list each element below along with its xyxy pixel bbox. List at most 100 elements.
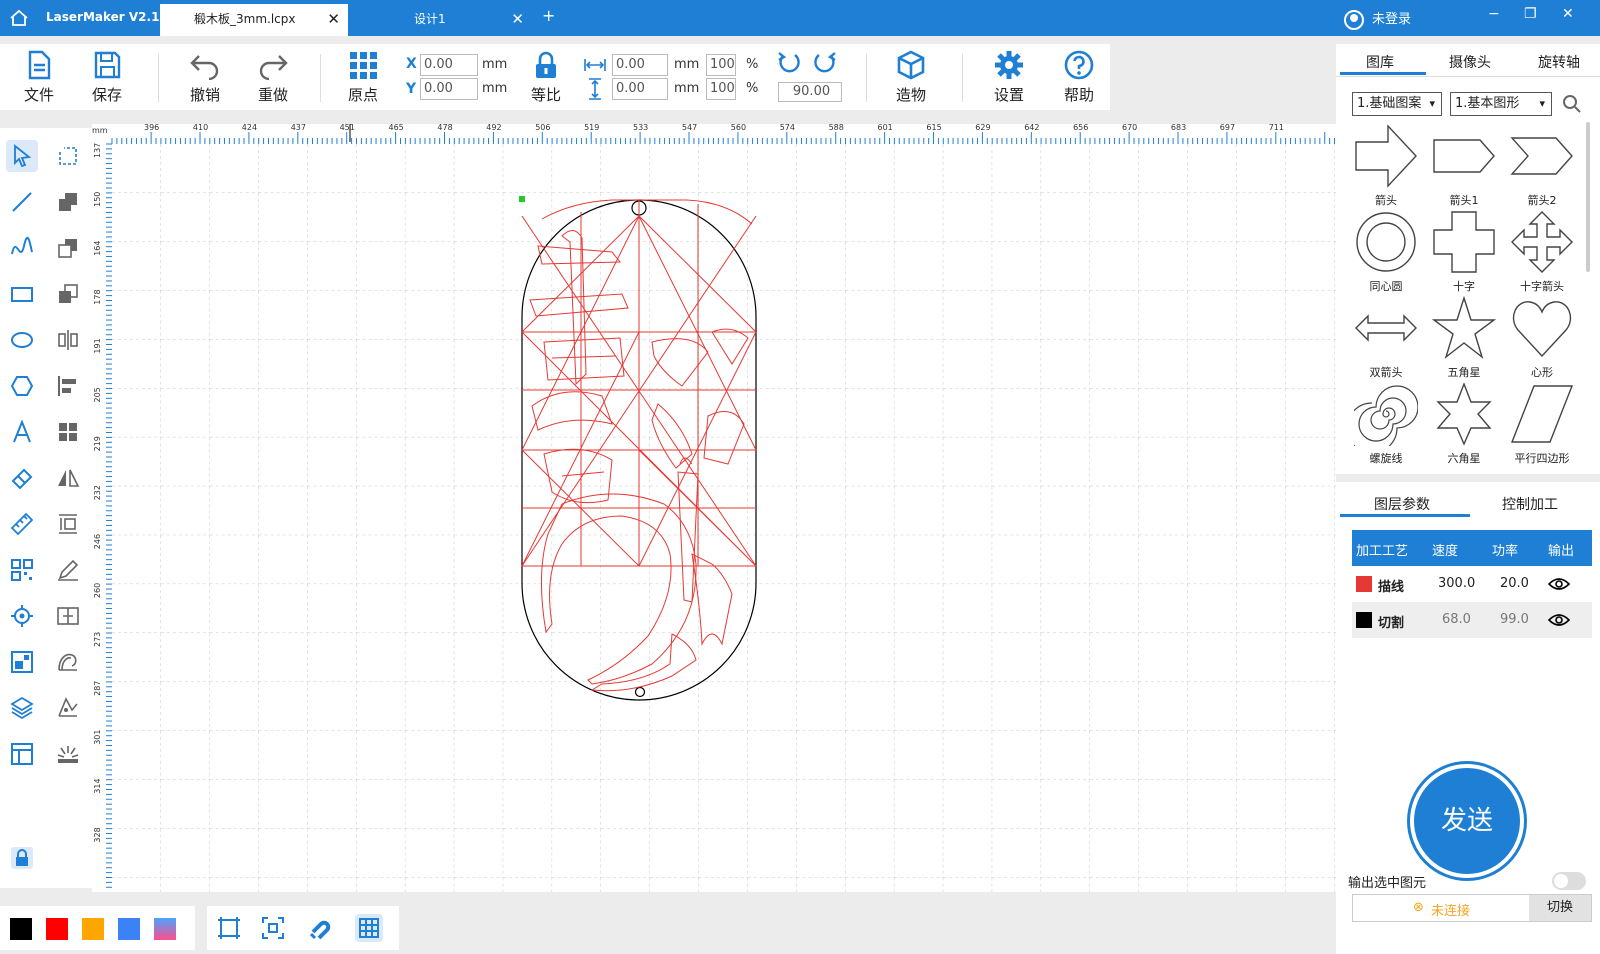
home-icon[interactable] <box>8 8 30 28</box>
ellipse-tool[interactable] <box>6 324 38 356</box>
offset-tool[interactable] <box>52 646 84 678</box>
eye-icon[interactable] <box>1548 612 1570 628</box>
redo-button[interactable]: 重做 <box>246 50 300 105</box>
select-tool[interactable] <box>6 140 38 172</box>
color-swatch-black[interactable] <box>10 918 32 940</box>
trim-tool[interactable] <box>52 692 84 724</box>
layout-tool[interactable] <box>6 738 38 770</box>
align-tool[interactable] <box>52 370 84 402</box>
switch-button[interactable]: 切换 <box>1529 895 1591 921</box>
eye-icon[interactable] <box>1548 576 1570 592</box>
help-button[interactable]: 帮助 <box>1052 50 1106 105</box>
flip-tool[interactable] <box>52 462 84 494</box>
magnet-button[interactable] <box>307 914 335 942</box>
minimize-button[interactable]: − <box>1488 6 1500 22</box>
rotate-cw-icon[interactable] <box>812 50 838 76</box>
grid-toggle-button[interactable] <box>355 914 383 942</box>
shape-arrow1[interactable]: 箭头1 <box>1424 124 1504 208</box>
height-input[interactable]: 0.00 <box>612 78 668 100</box>
shape-arrow[interactable]: 箭头 <box>1346 124 1426 208</box>
cursor-icon <box>14 144 32 168</box>
shape-cross[interactable]: 十字 <box>1424 210 1504 294</box>
text-tool[interactable] <box>6 416 38 448</box>
shape-parallelogram[interactable]: 平行四边形 <box>1502 382 1582 466</box>
height-percent-input[interactable]: 100 <box>706 78 736 100</box>
shape-cross-arrow[interactable]: 十字箭头 <box>1502 210 1582 294</box>
close-icon[interactable]: ✕ <box>511 4 524 34</box>
distribute-tool[interactable] <box>52 508 84 540</box>
intersect-tool[interactable] <box>52 278 84 310</box>
layer-color-swatch[interactable] <box>1356 612 1372 628</box>
union-tool[interactable] <box>52 186 84 218</box>
subcategory-select[interactable]: 1.基本图形 <box>1450 92 1552 116</box>
file-button[interactable]: 文件 <box>12 50 66 105</box>
tab-design[interactable]: 设计1 ✕ <box>354 4 532 36</box>
build-button[interactable]: 造物 <box>884 50 938 105</box>
canvas-svg[interactable]: 396 410 424 437 451 465 478 492 506 519 533 547 560 5… <box>92 123 1336 892</box>
shape-double-arrow[interactable]: 双箭头 <box>1346 296 1426 380</box>
width-percent-input[interactable]: 100 <box>706 54 736 76</box>
fit-selection-button[interactable] <box>259 914 287 942</box>
origin-button[interactable]: 原点 <box>336 50 390 105</box>
split-tool[interactable] <box>52 600 84 632</box>
send-button[interactable]: 发送 <box>1410 764 1524 878</box>
curve-tool[interactable] <box>6 232 38 264</box>
tab-file[interactable]: 椴木板_3mm.lcpx ✕ <box>160 4 348 36</box>
selection-anchor[interactable] <box>519 196 525 202</box>
shape-star6[interactable]: 六角星 <box>1424 382 1504 466</box>
rectangle-tool[interactable] <box>6 278 38 310</box>
polygon-tool[interactable] <box>6 370 38 402</box>
category-select[interactable]: 1.基础图案 <box>1352 92 1442 116</box>
tab-control[interactable]: 控制加工 <box>1502 494 1558 514</box>
color-swatch-blue[interactable] <box>118 918 140 940</box>
undo-button[interactable]: 撤销 <box>178 50 232 105</box>
output-selected-toggle[interactable] <box>1552 872 1586 890</box>
tab-camera[interactable]: 摄像头 <box>1449 52 1491 72</box>
width-input[interactable]: 0.00 <box>612 54 668 76</box>
maximize-button[interactable]: ❐ <box>1524 6 1537 22</box>
rotate-ccw-icon[interactable] <box>776 50 802 76</box>
image-tool[interactable] <box>6 646 38 678</box>
locate-tool[interactable] <box>6 600 38 632</box>
eraser-tool[interactable] <box>6 462 38 494</box>
rotate-angle-input[interactable]: 90.00 <box>778 82 842 102</box>
shape-heart[interactable]: 心形 <box>1502 296 1582 380</box>
save-button[interactable]: 保存 <box>80 50 134 105</box>
shape-arrow2[interactable]: 箭头2 <box>1502 124 1582 208</box>
shape-concentric[interactable]: 同心圆 <box>1346 210 1426 294</box>
x-position-input[interactable]: 0.00 <box>420 54 478 76</box>
layer-row[interactable]: 描线 300.0 20.0 <box>1352 566 1592 602</box>
array-tool[interactable] <box>52 416 84 448</box>
close-window-button[interactable]: ✕ <box>1562 6 1574 22</box>
design-canvas[interactable]: 396 410 424 437 451 465 478 492 506 519 533 547 560 5… <box>92 123 1336 892</box>
shape-star5[interactable]: 五角星 <box>1424 296 1504 380</box>
close-icon[interactable]: ✕ <box>327 4 340 34</box>
library-scrollbar[interactable] <box>1586 122 1590 272</box>
tab-rotary[interactable]: 旋转轴 <box>1538 52 1580 72</box>
lock-tool[interactable] <box>6 842 38 874</box>
fit-page-button[interactable] <box>215 914 243 942</box>
node-edit-tool[interactable] <box>52 140 84 172</box>
line-tool[interactable] <box>6 186 38 218</box>
shape-spiral[interactable]: 螺旋线 <box>1346 382 1426 466</box>
y-position-input[interactable]: 0.00 <box>420 78 478 100</box>
tab-layer-params[interactable]: 图层参数 <box>1374 494 1430 514</box>
user-login[interactable]: 未登录 <box>1344 8 1411 30</box>
search-icon[interactable] <box>1562 94 1582 114</box>
color-swatch-red[interactable] <box>46 918 68 940</box>
qrcode-tool[interactable] <box>6 554 38 586</box>
tab-library[interactable]: 图库 <box>1366 52 1394 72</box>
layer-row[interactable]: 切割 68.0 99.0 <box>1352 602 1592 638</box>
measure-tool[interactable] <box>6 508 38 540</box>
mirror-tool[interactable] <box>52 324 84 356</box>
add-tab-button[interactable]: + <box>542 6 555 25</box>
layers-tool[interactable] <box>6 692 38 724</box>
edit-path-tool[interactable] <box>52 554 84 586</box>
subtract-tool[interactable] <box>52 232 84 264</box>
laser-tool[interactable] <box>52 738 84 770</box>
color-swatch-orange[interactable] <box>82 918 104 940</box>
settings-button[interactable]: 设置 <box>982 50 1036 105</box>
color-swatch-gradient[interactable] <box>154 918 176 940</box>
lock-ratio-button[interactable]: 等比 <box>519 50 573 105</box>
layer-color-swatch[interactable] <box>1356 576 1372 592</box>
